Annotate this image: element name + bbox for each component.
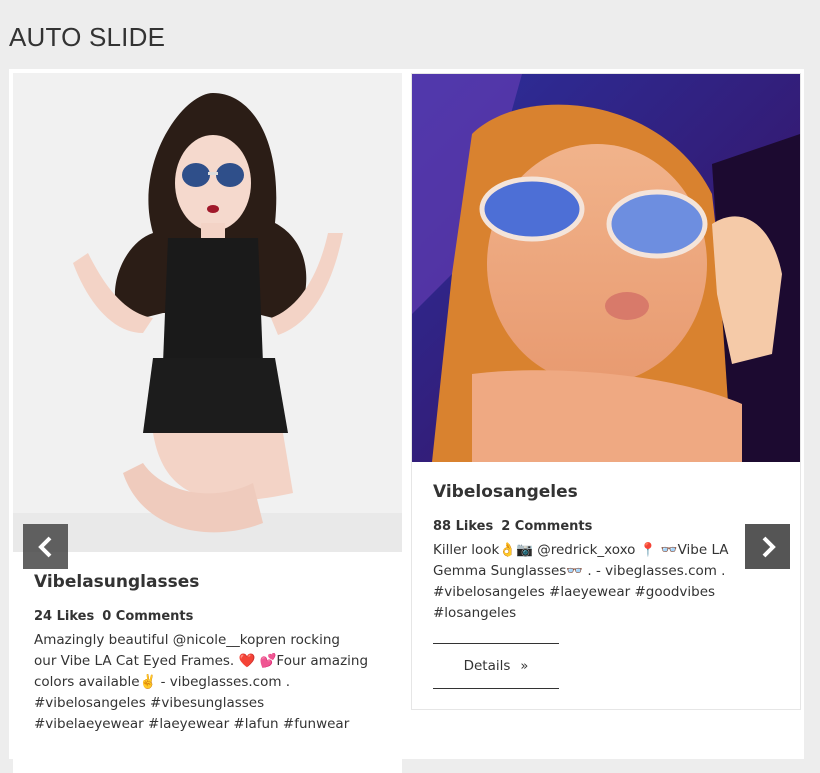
post-stats: 24 Likes 0 Comments [34, 609, 386, 624]
post-card[interactable]: Vibelasunglasses 24 Likes 0 Comments Amaz… [13, 73, 402, 773]
details-label: Details [463, 658, 511, 674]
caption-line: colors available✌️ - vibeglasses.com . [34, 674, 291, 690]
caption-line: #losangeles [433, 605, 517, 621]
caption-line: #vibelosangeles #vibesunglasses [34, 695, 265, 711]
section-title: AUTO SLIDE [9, 22, 166, 52]
post-photo[interactable] [13, 73, 402, 552]
post-caption: Amazingly beautiful @nicole__kopren rock… [34, 630, 386, 735]
chevron-right-icon [762, 536, 776, 557]
comments-count[interactable]: 2 Comments [501, 519, 592, 534]
likes-count: 88 Likes [433, 519, 494, 534]
post-photo[interactable] [412, 74, 800, 462]
prev-slide-button[interactable] [23, 524, 68, 569]
caption-line: Killer look👌📷 @redrick_xoxo 📍 👓Vibe LA [433, 542, 729, 558]
caption-line: #vibelaeyewear #laeyewear #lafun #funwea… [34, 716, 350, 732]
post-username[interactable]: Vibelosangeles [433, 482, 784, 502]
post-photo-illustration [13, 73, 402, 552]
likes-count: 24 Likes [34, 609, 95, 624]
comments-count[interactable]: 0 Comments [102, 609, 193, 624]
caption-line: Amazingly beautiful @nicole__kopren rock… [34, 632, 340, 648]
caption-line: #vibelosangeles #laeyewear #goodvibes [433, 584, 716, 600]
auto-slider: Vibelasunglasses 24 Likes 0 Comments Amaz… [9, 69, 804, 773]
details-button[interactable]: Details » [433, 643, 559, 689]
post-body: Vibelosangeles 88 Likes 2 Comments Killer… [433, 482, 784, 624]
next-slide-button[interactable] [745, 524, 790, 569]
caption-line: our Vibe LA Cat Eyed Frames. ❤️ 💕Four am… [34, 653, 369, 669]
chevron-left-icon [37, 536, 51, 557]
post-username[interactable]: Vibelasunglasses [34, 572, 386, 592]
caption-line: Gemma Sunglasses👓 . - vibeglasses.com . [433, 563, 726, 579]
post-card[interactable]: Vibelosangeles 88 Likes 2 Comments Killer… [411, 73, 801, 710]
post-photo-illustration [412, 74, 800, 462]
post-body: Vibelasunglasses 24 Likes 0 Comments Amaz… [34, 572, 386, 735]
post-caption: Killer look👌📷 @redrick_xoxo 📍 👓Vibe LA G… [433, 540, 784, 624]
post-stats: 88 Likes 2 Comments [433, 519, 784, 534]
double-chevron-right-icon: » [520, 658, 529, 674]
